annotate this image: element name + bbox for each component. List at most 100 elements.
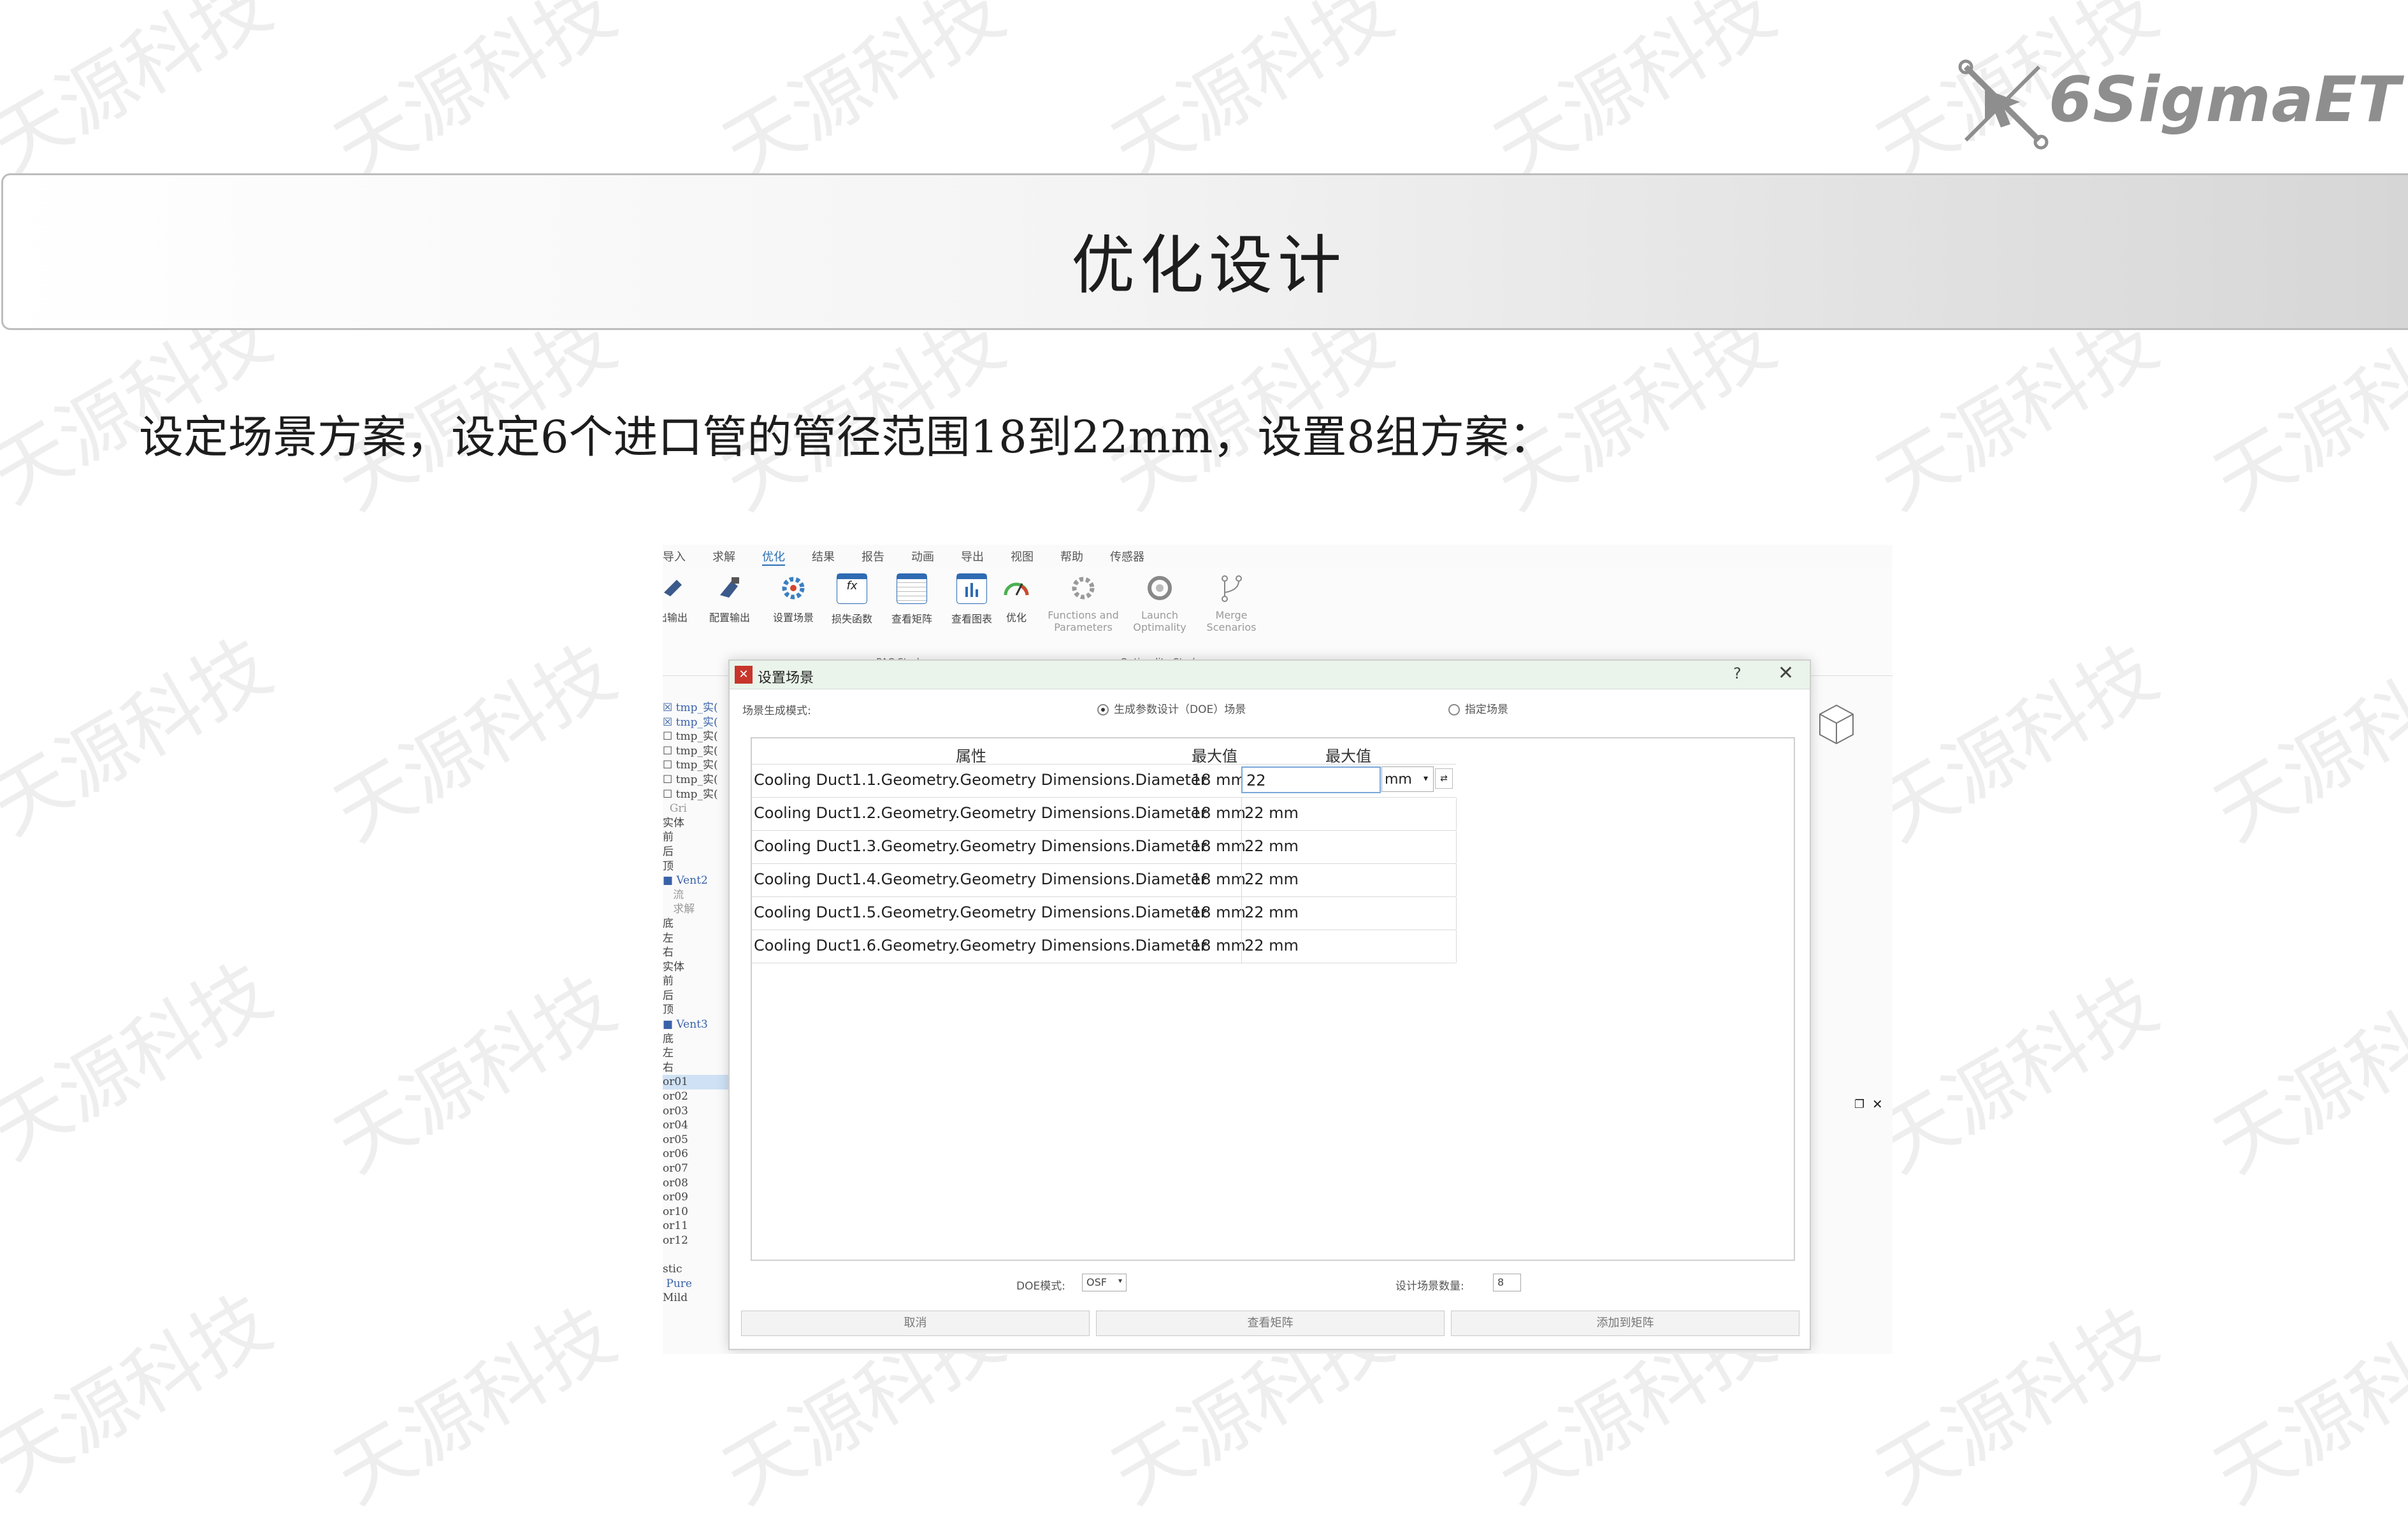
cell-min[interactable]: 18 mm (1192, 937, 1246, 954)
model-tree: ☒ tmp_实( ☒ tmp_实( ☐ tmp_实( ☐ tmp_实( ☐ tm… (663, 701, 733, 1305)
tree-item[interactable]: 底 (663, 1032, 733, 1047)
tree-item[interactable]: or06 (663, 1147, 733, 1161)
tree-item[interactable]: 右 (663, 945, 733, 960)
menu-help[interactable]: 帮助 (1060, 548, 1083, 564)
tree-item[interactable]: or09 (663, 1190, 733, 1205)
help-button[interactable]: ? (1733, 665, 1741, 682)
table-row[interactable]: Cooling Duct1.6.Geometry.Geometry Dimens… (752, 930, 1457, 963)
cancel-button[interactable]: 取消 (741, 1311, 1090, 1336)
cell-min[interactable]: 18 mm (1192, 903, 1246, 921)
cell-min[interactable]: 18 mm (1192, 804, 1246, 822)
ribbon-set-scenario[interactable]: 设置场景 (765, 573, 822, 624)
ribbon-view-matrix[interactable]: 查看矩阵 (883, 573, 941, 626)
cell-min[interactable]: 18 mm (1192, 837, 1246, 855)
tree-item[interactable]: or03 (663, 1104, 733, 1119)
tree-item[interactable]: ■ Vent2 (663, 873, 733, 888)
tree-item[interactable]: ☐ tmp_实( (663, 758, 733, 773)
radio-specify[interactable]: 指定场景 (1448, 700, 1508, 716)
menu-optimize[interactable]: 优化 (762, 548, 785, 566)
tree-item[interactable]: ☐ tmp_实( (663, 773, 733, 787)
close-button[interactable]: ✕ (1778, 662, 1794, 684)
tree-item[interactable]: 实体 (663, 816, 733, 831)
tree-item[interactable]: 前 (663, 974, 733, 989)
tree-item[interactable]: 顶 (663, 859, 733, 874)
restore-icon[interactable]: ❐ (1854, 1098, 1864, 1111)
ribbon-loss-function[interactable]: fx 损失函数 (823, 573, 881, 626)
ribbon-merge-scenarios[interactable]: Merge Scenarios (1201, 573, 1262, 633)
tree-item[interactable]: 右 (663, 1061, 733, 1075)
cell-min[interactable]: 18 mm (1192, 771, 1246, 789)
tree-item[interactable]: ■ Vent3 (663, 1017, 733, 1032)
add-to-matrix-button[interactable]: 添加到矩阵 (1451, 1311, 1799, 1336)
tree-item[interactable]: 左 (663, 931, 733, 946)
watermark: 天源科技 (2200, 960, 2408, 1190)
watermark: 天源科技 (0, 1278, 286, 1509)
tree-item[interactable]: or01 (663, 1075, 733, 1090)
menu-import[interactable]: 导入 (663, 548, 686, 564)
cell-property: Cooling Duct1.6.Geometry.Geometry Dimens… (754, 937, 1207, 954)
tree-item[interactable]: 顶 (663, 1003, 733, 1017)
table-row[interactable]: Cooling Duct1.5.Geometry.Geometry Dimens… (752, 896, 1457, 930)
cell-max[interactable]: 22 mm (1244, 903, 1299, 921)
tree-item[interactable]: 实体 (663, 960, 733, 975)
doe-mode-select[interactable]: OSF ▾ (1082, 1274, 1127, 1291)
ribbon-optimize[interactable]: 优化 (994, 573, 1039, 624)
ribbon-launch-optimality[interactable]: Launch Optimality (1128, 573, 1192, 633)
menu-solve[interactable]: 求解 (712, 548, 735, 564)
tree-item[interactable]: Pure (663, 1277, 733, 1291)
cell-max[interactable]: 22 mm (1244, 870, 1299, 888)
menu-sensor[interactable]: 传感器 (1110, 548, 1144, 564)
menu-export[interactable]: 导出 (961, 548, 984, 564)
ribbon-export-output[interactable]: 出输出 (663, 573, 701, 624)
scenario-count-input[interactable]: 8 (1493, 1274, 1521, 1291)
tree-item[interactable]: ☒ tmp_实( (663, 715, 733, 730)
table-row[interactable]: Cooling Duct1.1.Geometry.Geometry Dimens… (752, 764, 1456, 798)
tree-item[interactable]: 流 (663, 888, 733, 903)
view-matrix-button[interactable]: 查看矩阵 (1096, 1311, 1445, 1336)
tree-item[interactable]: or04 (663, 1118, 733, 1133)
tree-item[interactable]: ☐ tmp_实( (663, 787, 733, 802)
tree-item[interactable]: Mild (663, 1291, 733, 1305)
tree-item[interactable]: 左 (663, 1046, 733, 1061)
unit-select[interactable]: mm ▾ (1381, 766, 1434, 792)
radio-doe[interactable]: 生成参数设计（DOE）场景 (1097, 700, 1246, 716)
tree-item[interactable]: or02 (663, 1089, 733, 1104)
tree-item[interactable]: ☐ tmp_实( (663, 730, 733, 744)
tree-item[interactable]: or08 (663, 1176, 733, 1191)
tree-item[interactable]: 后 (663, 989, 733, 1003)
swap-icon[interactable]: ⇄ (1435, 768, 1453, 789)
table-row[interactable]: Cooling Duct1.2.Geometry.Geometry Dimens… (752, 797, 1457, 831)
view-cube-icon (1819, 704, 1854, 745)
tree-item[interactable]: ☐ tmp_实( (663, 744, 733, 759)
tree-item[interactable]: or11 (663, 1219, 733, 1233)
fx-function-icon: fx (837, 573, 867, 604)
cell-max[interactable]: 22 mm (1244, 837, 1299, 855)
tree-item[interactable]: or12 (663, 1233, 733, 1248)
tree-item[interactable]: 底 (663, 917, 733, 931)
cell-max[interactable]: 22 mm (1244, 804, 1299, 822)
tree-item[interactable]: Gri (663, 802, 733, 816)
slide-description: 设定场景方案，设定6个进口管的管径范围18到22mm，设置8组方案： (139, 411, 1554, 463)
tree-item[interactable]: stic (663, 1262, 733, 1277)
ribbon-functions-parameters[interactable]: Functions and Parameters (1045, 573, 1121, 633)
close-icon[interactable]: ✕ (1872, 1096, 1883, 1112)
tree-item[interactable]: 后 (663, 845, 733, 859)
menu-view[interactable]: 视图 (1011, 548, 1034, 564)
tree-item[interactable]: 前 (663, 830, 733, 845)
tree-item[interactable]: ☒ tmp_实( (663, 701, 733, 715)
max-value-input[interactable]: 22 (1241, 766, 1381, 793)
menu-animation[interactable]: 动画 (911, 548, 934, 564)
tree-item[interactable]: or05 (663, 1133, 733, 1147)
tree-item[interactable]: 求解 (663, 902, 733, 917)
table-row[interactable]: Cooling Duct1.4.Geometry.Geometry Dimens… (752, 863, 1457, 897)
menu-report[interactable]: 报告 (862, 548, 884, 564)
menu-results[interactable]: 结果 (812, 548, 835, 564)
ribbon-config-output[interactable]: 配置输出 (701, 573, 758, 624)
cell-min[interactable]: 18 mm (1192, 870, 1246, 888)
ribbon-view-chart[interactable]: 查看图表 (943, 573, 1000, 626)
tree-item[interactable]: or07 (663, 1161, 733, 1176)
tree-item[interactable]: or10 (663, 1205, 733, 1219)
table-row[interactable]: Cooling Duct1.3.Geometry.Geometry Dimens… (752, 830, 1457, 864)
tree-item[interactable] (663, 1248, 733, 1263)
cell-max[interactable]: 22 mm (1244, 937, 1299, 954)
